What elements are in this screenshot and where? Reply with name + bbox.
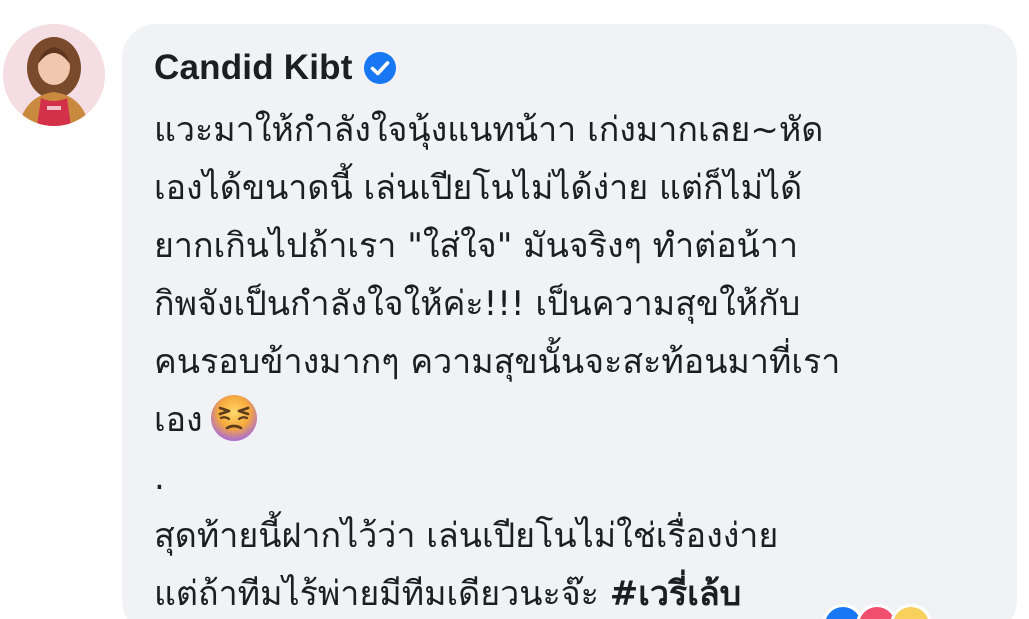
haha-reaction-icon	[890, 604, 932, 619]
comment-header: Candid Kibt	[154, 44, 397, 92]
verified-badge-icon	[363, 51, 397, 85]
comment-line: เองได้ขนาดนี้ เล่นเปียโนไม่ได้ง่าย แต่ก็…	[154, 168, 803, 208]
comment-line: คนรอบข้างมากๆ ความสุขนั้นจะสะท้อนมาที่เร…	[154, 342, 841, 382]
comment-line: กิพจังเป็นกำลังใจให้ค่ะ!!! เป็นความสุขให…	[154, 284, 801, 324]
avatar[interactable]	[3, 24, 105, 126]
reaction-summary[interactable]	[822, 604, 932, 619]
comment-view: Candid Kibt แวะมาให้กำลังใจนุ้งแนทน้าา เ…	[0, 0, 1029, 619]
comment-line: ยากเกินไปถ้าเรา "ใส่ใจ" มันจริงๆ ทำต่อน้…	[154, 226, 799, 266]
comment-line: แวะมาให้กำลังใจนุ้งแนทน้าา เก่งมากเลย~หั…	[154, 110, 824, 150]
hashtag-link[interactable]: #เวรี่เล้บ	[610, 574, 742, 614]
comment-line: สุดท้ายนี้ฝากไว้ว่า เล่นเปียโนไม่ใช่เรื่…	[154, 516, 779, 556]
comment-line: .	[154, 458, 165, 498]
comment-text: แวะมาให้กำลังใจนุ้งแนทน้าา เก่งมากเลย~หั…	[154, 101, 999, 619]
weary-face-emoji	[209, 393, 259, 443]
comment-line: เอง	[154, 391, 999, 449]
comment-line-text: เอง	[154, 400, 203, 440]
author-name[interactable]: Candid Kibt	[154, 48, 353, 88]
comment-line-text: แต่ถ้าทีมไร้พ่ายมีทีมเดียวนะจ๊ะ	[154, 574, 599, 614]
